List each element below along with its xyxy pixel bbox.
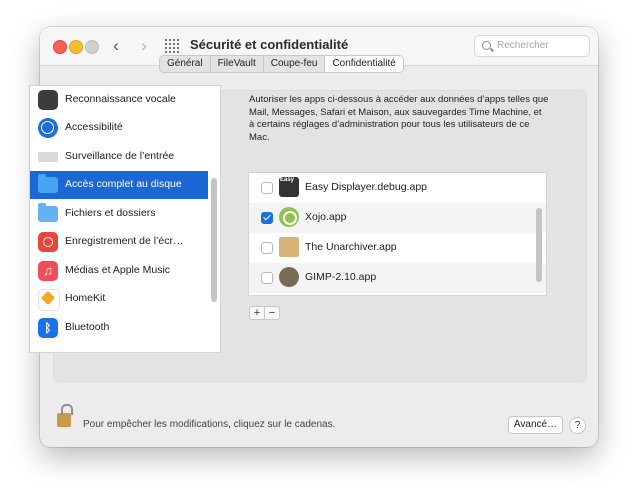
- sidebar-item-speech-recognition[interactable]: Reconnaissance vocale: [30, 86, 208, 114]
- keyboard-icon: [38, 152, 58, 162]
- sidebar-item-label: Enregistrement de l’écr…: [65, 235, 184, 247]
- advanced-button[interactable]: Avancé…: [508, 416, 563, 434]
- folder-icon: [38, 174, 58, 193]
- sidebar-item-bluetooth[interactable]: ᛒ Bluetooth: [30, 314, 208, 342]
- app-permission-list[interactable]: Easy Displayer.debug.app Xojo.app The Un…: [248, 172, 547, 296]
- close-window-button[interactable]: [53, 40, 67, 54]
- app-permission-checkbox[interactable]: [261, 182, 273, 194]
- screen-record-icon: [38, 232, 58, 252]
- gimp-icon: [279, 267, 299, 287]
- list-item[interactable]: Easy Displayer.debug.app: [249, 173, 546, 203]
- sidebar-item-accessibility[interactable]: Accessibilité: [30, 114, 208, 142]
- add-remove-control: + −: [249, 306, 280, 320]
- search-icon: [482, 41, 491, 50]
- sidebar-item-homekit[interactable]: HomeKit: [30, 285, 208, 313]
- bluetooth-icon: ᛒ: [38, 318, 58, 338]
- sidebar-item-label: Reconnaissance vocale: [65, 93, 176, 105]
- add-app-button[interactable]: +: [250, 307, 264, 319]
- padlock-icon[interactable]: [57, 404, 73, 427]
- app-name: The Unarchiver.app: [305, 241, 397, 253]
- back-chevron-icon[interactable]: ‹: [106, 36, 126, 56]
- sidebar-item-label: Accessibilité: [65, 121, 123, 133]
- forward-chevron-icon[interactable]: ›: [134, 36, 154, 56]
- sidebar-item-screen-recording[interactable]: Enregistrement de l’écr…: [30, 228, 208, 256]
- sidebar-item-label: Fichiers et dossiers: [65, 207, 156, 219]
- help-button[interactable]: ?: [569, 417, 586, 434]
- music-note-icon: ♫: [38, 261, 58, 281]
- sidebar-item-media-music[interactable]: ♫ Médias et Apple Music: [30, 257, 208, 285]
- remove-app-button[interactable]: −: [264, 307, 279, 319]
- window-title: Sécurité et confidentialité: [190, 37, 349, 52]
- list-item[interactable]: GIMP-2.10.app: [249, 263, 546, 293]
- sidebar-item-full-disk-access[interactable]: Accès complet au disque: [30, 171, 208, 199]
- lock-instruction: Pour empêcher les modifications, cliquez…: [83, 419, 336, 430]
- privacy-category-list[interactable]: Reconnaissance vocale Accessibilité Surv…: [29, 85, 221, 353]
- list-item[interactable]: The Unarchiver.app: [249, 233, 546, 263]
- tab-firewall[interactable]: Coupe-feu: [262, 56, 325, 72]
- minimize-window-button[interactable]: [69, 40, 83, 54]
- app-permission-checkbox[interactable]: [261, 242, 273, 254]
- app-permission-checkbox[interactable]: [261, 272, 273, 284]
- app-name: Easy Displayer.debug.app: [305, 181, 427, 193]
- app-name: Xojo.app: [305, 211, 347, 223]
- tab-bar: Général FileVault Coupe-feu Confidential…: [159, 55, 404, 73]
- full-disk-access-description: Autoriser les apps ci-dessous à accéder …: [249, 94, 549, 143]
- tab-privacy[interactable]: Confidentialité: [324, 56, 403, 72]
- xojo-icon: [279, 207, 299, 227]
- sidebar-item-label: Surveillance de l’entrée: [65, 150, 175, 162]
- search-input[interactable]: [497, 37, 585, 54]
- app-list-scrollbar[interactable]: [536, 208, 542, 282]
- app-permission-checkbox[interactable]: [261, 212, 273, 224]
- tab-filevault[interactable]: FileVault: [209, 56, 263, 72]
- zoom-window-button[interactable]: [85, 40, 99, 54]
- sidebar-item-input-monitoring[interactable]: Surveillance de l’entrée: [30, 143, 208, 171]
- folder-icon: [38, 203, 58, 222]
- accessibility-icon: [38, 118, 58, 138]
- sidebar-item-label: Accès complet au disque: [65, 178, 182, 190]
- show-all-grid-icon[interactable]: [165, 39, 179, 53]
- home-icon: [38, 289, 60, 311]
- sidebar-item-files-folders[interactable]: Fichiers et dossiers: [30, 200, 208, 228]
- voice-waveform-icon: [38, 90, 58, 110]
- sidebar-item-label: Bluetooth: [65, 321, 110, 333]
- tab-general[interactable]: Général: [160, 56, 210, 72]
- sidebar-scrollbar[interactable]: [211, 178, 217, 302]
- unarchiver-icon: [279, 237, 299, 257]
- list-item[interactable]: Xojo.app: [249, 203, 546, 233]
- list-item-clipped[interactable]: [249, 293, 546, 295]
- easy-displayer-icon: [279, 177, 299, 197]
- app-name: GIMP-2.10.app: [305, 271, 377, 283]
- sidebar-item-label: HomeKit: [65, 292, 106, 304]
- search-field[interactable]: [474, 35, 590, 57]
- sidebar-item-label: Médias et Apple Music: [65, 264, 171, 276]
